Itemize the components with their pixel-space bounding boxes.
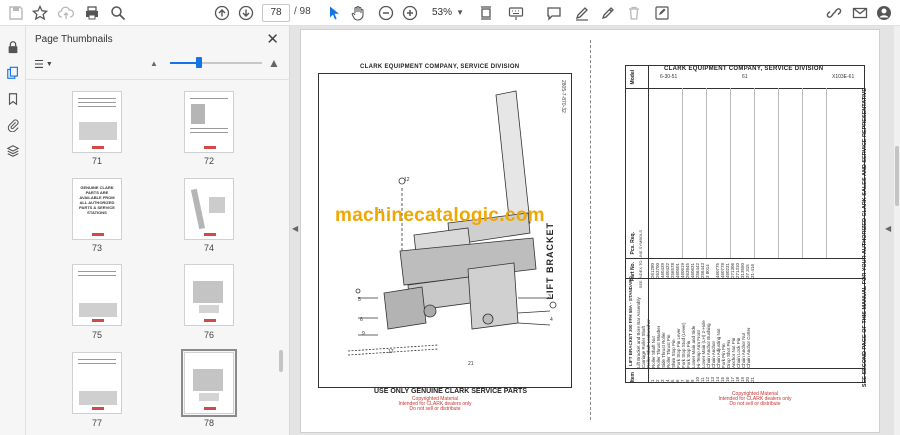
page-thumbnails-icon[interactable] — [4, 64, 22, 82]
next-page-icon[interactable] — [236, 3, 256, 23]
print-icon[interactable] — [82, 3, 102, 23]
left-page-footer: USE ONLY GENUINE CLARK SERVICE PARTS — [374, 388, 527, 395]
page-total-label: / 98 — [294, 6, 311, 17]
column-model-label: Model — [630, 70, 636, 85]
share-link-icon[interactable] — [824, 3, 844, 23]
svg-text:5: 5 — [358, 297, 361, 303]
zoom-level-value: 53% — [432, 7, 453, 18]
thumbnail-page-label: 77 — [91, 418, 102, 428]
thumbnail-page-label: 76 — [203, 330, 214, 340]
select-cursor-icon[interactable] — [324, 3, 344, 23]
page-fold-line — [590, 40, 591, 420]
page-thumbnail[interactable]: GENUINE CLARK PARTS ARE AVAILABLE FROM A… — [72, 178, 122, 240]
column-pcs-note: SEE INDEX TO LINE SYMBOLS — [638, 230, 643, 289]
column-item-label: Item — [630, 372, 636, 383]
comment-icon[interactable] — [544, 3, 564, 23]
account-avatar-icon[interactable] — [874, 3, 894, 23]
keyboard-icon[interactable] — [506, 3, 526, 23]
save-icon[interactable] — [6, 3, 26, 23]
page-thumbnail[interactable] — [184, 91, 234, 153]
svg-text:17: 17 — [388, 349, 394, 355]
svg-text:4: 4 — [550, 317, 553, 323]
thumbnail-page-label: 78 — [203, 418, 214, 428]
fit-page-icon[interactable] — [476, 3, 496, 23]
thumbnail-page-label: 73 — [91, 243, 102, 253]
chevron-down-icon: ▼ — [456, 8, 464, 17]
thumbnail-page-label: 75 — [91, 330, 102, 340]
attachment-paperclip-icon[interactable] — [4, 116, 22, 134]
thumbnail-text: GENUINE CLARK PARTS ARE AVAILABLE FROM A… — [79, 185, 115, 215]
copyright-text: Copyrighted Material Intended for CLARK … — [398, 396, 472, 412]
document-scrollbar[interactable] — [894, 26, 900, 435]
page-thumbnail[interactable] — [184, 178, 234, 240]
previous-page-icon[interactable] — [212, 3, 232, 23]
callout-number: 12 — [404, 177, 410, 183]
table-title: LIFT BRACKET 300 FFH 58A - STANDARD — [628, 276, 633, 366]
panel-title: Page Thumbnails — [35, 34, 113, 45]
left-page-header: CLARK EQUIPMENT COMPANY, SERVICE DIVISIO… — [360, 64, 520, 70]
item-number-column: 1 2 3 4 5 6 7 8 9 10 11 12 13 14 15 16 1… — [650, 376, 755, 382]
hand-tool-icon[interactable] — [348, 3, 368, 23]
representative-note: SEE SECOND PAGE OF THIS MANUAL FOR YOUR … — [862, 88, 868, 388]
panel-expand-arrow-icon[interactable]: ◀ — [885, 224, 891, 233]
thumbnail-page-label: 72 — [203, 156, 214, 166]
page-thumbnail-current[interactable] — [181, 349, 237, 417]
thumbnail-options-icon: ☰ — [34, 58, 44, 71]
column-pcs-label: Pcs. Req. — [630, 232, 636, 255]
page-thumbnail[interactable] — [72, 352, 122, 414]
lock-icon[interactable] — [4, 38, 22, 56]
watermark-text: machinecatalogic.com — [335, 205, 545, 226]
page-thumbnail[interactable] — [184, 264, 234, 326]
close-icon[interactable]: ✕ — [266, 30, 279, 48]
svg-text:3: 3 — [548, 294, 551, 300]
navigation-rail — [0, 26, 26, 435]
thumbnails-panel: Page Thumbnails ✕ ☰ ▼ ▲ ▲ — [26, 26, 290, 435]
thumbnail-size-slider[interactable] — [170, 57, 262, 68]
chevron-down-icon: ▼ — [45, 60, 53, 68]
page-thumbnail[interactable] — [72, 264, 122, 326]
fill-sign-icon[interactable] — [652, 3, 672, 23]
small-mountain-icon: ▲ — [150, 59, 158, 68]
copyright-notice-right: Copyrighted Material Intended for CLARK … — [700, 392, 810, 407]
highlight-pen-icon[interactable] — [572, 3, 592, 23]
bookmark-star-icon[interactable] — [30, 3, 50, 23]
draw-pencil-icon[interactable] — [598, 3, 618, 23]
search-icon[interactable] — [108, 3, 128, 23]
upload-cloud-icon[interactable] — [56, 3, 76, 23]
panel-collapse-arrow-icon[interactable]: ◀ — [292, 224, 298, 233]
copyright-notice-left: Copyrighted Material Intended for CLARK … — [380, 397, 490, 412]
zoom-level-dropdown[interactable]: 53% ▼ — [424, 4, 468, 22]
part-number-column: 261280 263700 460439 460432 256578 46050… — [650, 262, 755, 278]
copyright-text: Copyrighted Material Intended for CLARK … — [718, 391, 792, 407]
page-thumbnail[interactable] — [72, 91, 122, 153]
zoom-in-icon[interactable] — [400, 3, 420, 23]
svg-text:6: 6 — [360, 317, 363, 323]
large-mountain-icon: ▲ — [268, 56, 280, 70]
exploded-parts-drawing: 12 13 5 6 9 17 3 4 21 — [347, 90, 557, 367]
layers-icon[interactable] — [4, 142, 22, 160]
zoom-out-icon[interactable] — [376, 3, 396, 23]
bookmark-icon[interactable] — [4, 90, 22, 108]
thumbnails-scrollbar[interactable] — [277, 82, 285, 434]
main-toolbar: 78 / 98 53% ▼ — [0, 0, 900, 26]
slider-handle[interactable] — [196, 57, 202, 68]
description-column: Lift Bracket and Bore Bar Assembly Carri… — [636, 297, 751, 368]
svg-text:9: 9 — [362, 331, 365, 337]
svg-text:21: 21 — [468, 361, 474, 367]
thumbnail-page-label: 74 — [203, 243, 214, 253]
delete-trash-icon[interactable] — [624, 3, 644, 23]
email-icon[interactable] — [850, 3, 870, 23]
page-number-input[interactable]: 78 — [262, 4, 290, 22]
thumbnail-page-label: 71 — [91, 156, 102, 166]
thumbnail-options-menu[interactable]: ☰ ▼ — [34, 56, 58, 72]
